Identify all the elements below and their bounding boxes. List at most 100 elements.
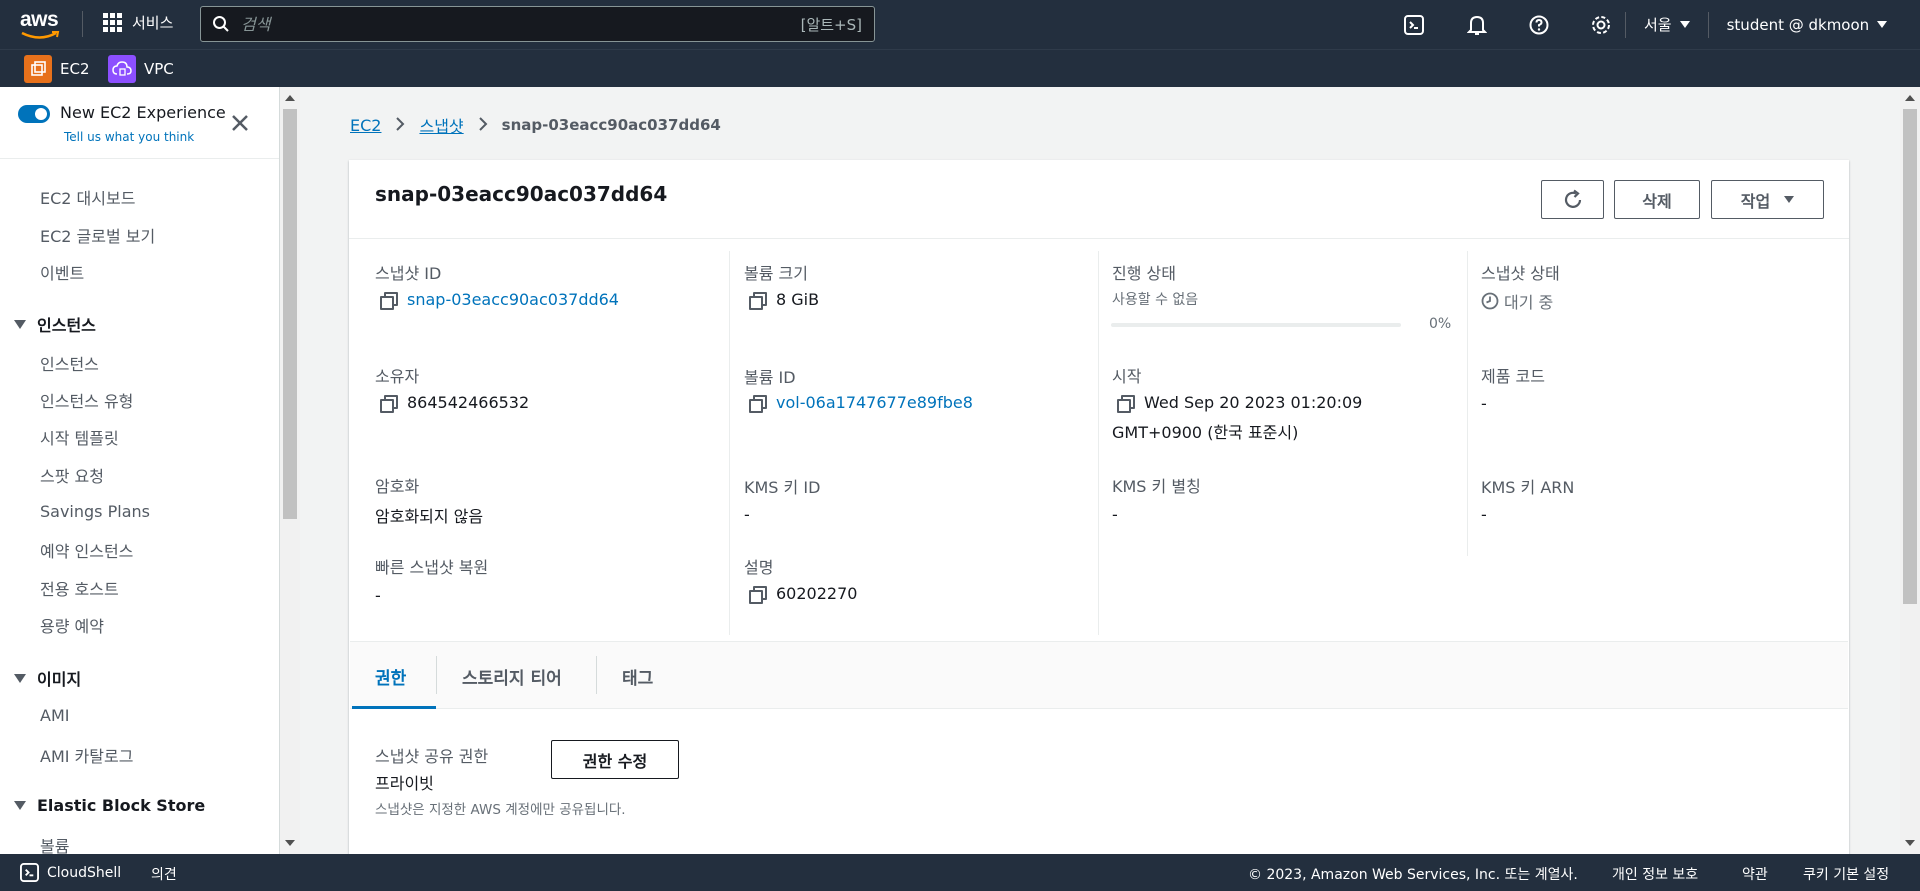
fast-restore-value: -	[375, 586, 381, 605]
close-icon[interactable]	[231, 114, 249, 136]
page-title: snap-03eacc90ac037dd64	[375, 182, 668, 206]
sidebar-item-events[interactable]: 이벤트	[40, 260, 84, 284]
tab-permissions[interactable]: 권한	[375, 664, 406, 689]
services-menu-button[interactable]: 서비스	[103, 12, 173, 33]
search-bar[interactable]: [알트+S]	[200, 6, 875, 42]
copy-icon[interactable]	[380, 394, 398, 413]
column-divider	[1467, 251, 1468, 556]
cloudshell-icon	[20, 863, 39, 882]
actions-button[interactable]: 작업	[1711, 180, 1824, 219]
sidebar-item-launch-templates[interactable]: 시작 템플릿	[40, 425, 119, 449]
sidebar-section-title: 이미지	[37, 670, 82, 689]
aws-logo[interactable]: aws	[20, 8, 64, 40]
snapshot-state-value: 대기 중	[1481, 289, 1553, 313]
region-selector[interactable]: 서울	[1626, 0, 1708, 49]
sidebar-item-instances[interactable]: 인스턴스	[40, 351, 99, 375]
new-experience-toggle[interactable]	[18, 105, 50, 123]
caret-down-icon	[14, 319, 26, 329]
sidebar-item-ec2-dashboard[interactable]: EC2 대시보드	[40, 185, 135, 209]
kms-key-arn-label: KMS 키 ARN	[1481, 478, 1575, 497]
cookie-preferences-link[interactable]: 쿠키 기본 설정	[1803, 864, 1889, 884]
scroll-down-arrow-icon[interactable]	[285, 840, 295, 846]
tab-storage-tier[interactable]: 스토리지 티어	[462, 664, 562, 689]
sidebar-item-capacity-reservations[interactable]: 용량 예약	[40, 613, 104, 637]
details-grid: 스냅샷 ID snap-03eacc90ac037dd64 볼륨 크기 8 Gi…	[349, 239, 1849, 639]
caret-down-icon	[14, 673, 26, 683]
copyright-text: © 2023, Amazon Web Services, Inc. 또는 계열사…	[1248, 867, 1578, 883]
sidebar-item-ami[interactable]: AMI	[40, 706, 69, 725]
edit-permissions-button[interactable]: 권한 수정	[551, 740, 679, 779]
delete-button[interactable]: 삭제	[1614, 180, 1700, 219]
description-text: 60202270	[776, 584, 858, 603]
feedback-link[interactable]: Tell us what you think	[64, 130, 194, 144]
sidebar-item-savings-plans[interactable]: Savings Plans	[40, 502, 150, 521]
scroll-up-arrow-icon[interactable]	[1905, 95, 1915, 101]
notifications-bell-icon[interactable]	[1453, 0, 1501, 49]
region-label: 서울	[1644, 16, 1672, 34]
favorites-bar: EC2 VPC	[0, 49, 1920, 87]
tab-divider	[436, 656, 437, 694]
snapshot-id-value[interactable]: snap-03eacc90ac037dd64	[380, 290, 619, 310]
breadcrumb-ec2-link[interactable]: EC2	[350, 116, 381, 135]
search-icon	[201, 15, 241, 33]
feedback-button[interactable]: 의견	[151, 864, 177, 884]
detail-tabs: 권한 스토리지 티어 태그	[350, 641, 1848, 709]
sidebar-section-images[interactable]: 이미지	[14, 666, 81, 690]
sidebar-item-spot-requests[interactable]: 스팟 요청	[40, 463, 104, 487]
progress-bar	[1111, 323, 1401, 327]
copy-icon[interactable]	[1117, 394, 1135, 413]
sidebar-item-dedicated-hosts[interactable]: 전용 호스트	[40, 576, 119, 600]
kms-key-alias-label: KMS 키 별칭	[1112, 477, 1201, 496]
breadcrumb-snapshots-link[interactable]: 스냅샷	[419, 113, 463, 137]
caret-down-icon	[1784, 196, 1795, 203]
cloudshell-icon[interactable]	[1390, 0, 1438, 49]
permissions-section: 스냅샷 공유 권한 프라이빗 스냅샷은 지정한 AWS 계정에만 공유됩니다. …	[349, 710, 1849, 860]
scroll-down-arrow-icon[interactable]	[1905, 840, 1915, 846]
scroll-up-arrow-icon[interactable]	[285, 95, 295, 101]
scrollbar-thumb[interactable]	[1903, 109, 1917, 604]
scrollbar-thumb[interactable]	[283, 109, 297, 519]
column-divider	[1098, 251, 1099, 635]
sidebar-item-ec2-global-view[interactable]: EC2 글로벌 보기	[40, 223, 155, 247]
encryption-value: 암호화되지 않음	[375, 507, 484, 526]
product-code-value: -	[1481, 394, 1487, 413]
sharing-permission-note: 스냅샷은 지정한 AWS 계정에만 공유됩니다.	[375, 802, 626, 818]
terms-link[interactable]: 약관	[1742, 864, 1768, 884]
fast-restore-label: 빠른 스냅샷 복원	[375, 558, 489, 577]
ec2-service-icon	[24, 55, 52, 83]
sidebar: New EC2 Experience Tell us what you thin…	[0, 87, 280, 854]
copy-icon[interactable]	[749, 291, 767, 310]
cloudshell-button[interactable]: CloudShell	[20, 863, 121, 882]
sidebar-item-instance-types[interactable]: 인스턴스 유형	[40, 388, 133, 412]
settings-gear-icon[interactable]	[1577, 0, 1625, 49]
refresh-button[interactable]	[1541, 180, 1604, 219]
sidebar-item-reserved-instances[interactable]: 예약 인스턴스	[40, 538, 133, 562]
active-tab-indicator	[352, 706, 436, 709]
copy-icon[interactable]	[749, 585, 767, 604]
sidebar-item-volumes[interactable]: 볼륨	[40, 833, 69, 854]
copy-icon[interactable]	[380, 291, 398, 310]
sidebar-section-ebs[interactable]: Elastic Block Store	[14, 796, 205, 815]
sidebar-scrollbar[interactable]	[280, 87, 300, 854]
copy-icon[interactable]	[749, 394, 767, 413]
snapshot-state-label: 스냅샷 상태	[1481, 264, 1560, 283]
help-icon[interactable]	[1515, 0, 1563, 49]
sidebar-section-instances[interactable]: 인스턴스	[14, 312, 96, 336]
page-scrollbar[interactable]	[1900, 87, 1920, 854]
privacy-link[interactable]: 개인 정보 보호	[1612, 864, 1698, 884]
new-experience-label: New EC2 Experience	[60, 103, 226, 122]
volume-size-value: 8 GiB	[749, 290, 819, 310]
nav-divider	[82, 11, 83, 37]
favorite-label: VPC	[144, 60, 174, 78]
sidebar-item-ami-catalog[interactable]: AMI 카탈로그	[40, 743, 133, 767]
tab-tags[interactable]: 태그	[622, 664, 653, 689]
volume-id-value[interactable]: vol-06a1747677e89fbe8	[749, 393, 973, 413]
favorite-ec2[interactable]: EC2	[24, 55, 90, 83]
volume-id-text: vol-06a1747677e89fbe8	[776, 393, 973, 412]
clock-pending-icon	[1481, 292, 1499, 310]
search-input[interactable]	[241, 14, 801, 34]
favorite-vpc[interactable]: VPC	[108, 55, 174, 83]
main-content: EC2 스냅샷 snap-03eacc90ac037dd64 snap-03ea…	[300, 87, 1920, 860]
description-value: 60202270	[749, 584, 858, 604]
account-menu[interactable]: student @ dkmoon	[1709, 0, 1906, 49]
